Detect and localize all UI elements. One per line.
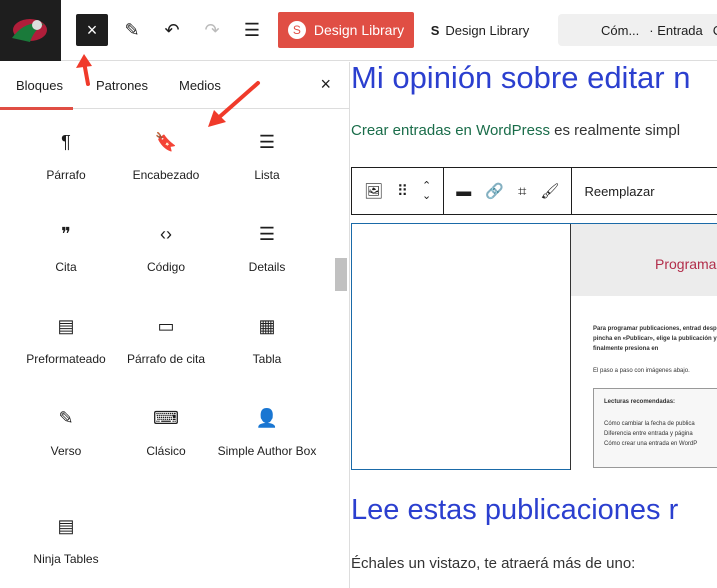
- arrow-annotation: [214, 81, 260, 122]
- annotation-arrows: [76, 54, 260, 127]
